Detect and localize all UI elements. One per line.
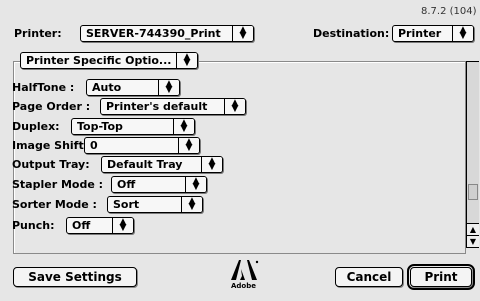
sorter-mode-value: Sort xyxy=(113,198,140,211)
popup-arrows-icon: ▲ ▼ xyxy=(185,177,206,192)
options-scrollbar[interactable]: ▲ ▼ xyxy=(466,61,479,248)
stapler-mode-value: Off xyxy=(117,178,136,191)
popup-arrows-icon: ▲ ▼ xyxy=(176,53,197,68)
punch-value: Off xyxy=(72,219,91,232)
panel-selector-popup[interactable]: Printer Specific Optio... ▲ ▼ xyxy=(20,52,198,69)
print-button[interactable]: Print xyxy=(407,264,475,290)
popup-arrows-icon: ▲ ▼ xyxy=(178,138,199,153)
cancel-button[interactable]: Cancel xyxy=(335,267,403,287)
save-settings-button[interactable]: Save Settings xyxy=(13,267,137,287)
popup-arrows-icon: ▲ ▼ xyxy=(173,119,194,134)
option-label-halftone: HalfTone : xyxy=(12,81,75,94)
image-shift-value: 0 xyxy=(90,139,98,152)
destination-label: Destination: xyxy=(313,27,390,40)
punch-popup[interactable]: Off ▲ ▼ xyxy=(66,217,134,234)
scroll-up-arrow-icon[interactable]: ▲ xyxy=(467,223,479,235)
destination-popup-value: Printer xyxy=(398,27,442,40)
option-label-output-tray: Output Tray: xyxy=(12,158,90,171)
popup-arrows-icon: ▲ ▼ xyxy=(158,80,179,95)
popup-arrows-icon: ▲ ▼ xyxy=(201,157,222,172)
option-label-sorter-mode: Sorter Mode : xyxy=(12,198,97,211)
option-label-punch: Punch: xyxy=(12,219,55,232)
adobe-logo-icon: Adobe xyxy=(229,259,259,290)
adobe-logo-text: Adobe xyxy=(231,282,256,290)
duplex-value: Top-Top xyxy=(77,120,123,133)
sorter-mode-popup[interactable]: Sort ▲ ▼ xyxy=(107,196,203,213)
option-label-duplex: Duplex: xyxy=(12,120,60,133)
halftone-value: Auto xyxy=(92,81,122,94)
image-shift-popup[interactable]: 0 ▲ ▼ xyxy=(84,137,200,154)
scrollbar-thumb[interactable] xyxy=(468,184,478,200)
page-order-value: Printer's default xyxy=(106,100,208,113)
printer-popup[interactable]: SERVER-744390_Print ▲ ▼ xyxy=(80,25,254,42)
duplex-popup[interactable]: Top-Top ▲ ▼ xyxy=(71,118,195,135)
version-label: 8.7.2 (104) xyxy=(421,6,477,17)
option-label-image-shift: Image Shift : xyxy=(12,139,92,152)
popup-arrows-icon: ▲ ▼ xyxy=(452,26,473,41)
output-tray-value: Default Tray xyxy=(107,158,183,171)
popup-arrows-icon: ▲ ▼ xyxy=(181,197,202,212)
destination-popup[interactable]: Printer ▲ ▼ xyxy=(392,25,474,42)
popup-arrows-icon: ▲ ▼ xyxy=(224,99,245,114)
adobe-logo-mark xyxy=(231,260,259,280)
scroll-down-arrow-icon[interactable]: ▼ xyxy=(467,235,479,247)
popup-arrows-icon: ▲ ▼ xyxy=(232,26,253,41)
option-label-page-order: Page Order : xyxy=(12,100,91,113)
halftone-popup[interactable]: Auto ▲ ▼ xyxy=(86,79,180,96)
stapler-mode-popup[interactable]: Off ▲ ▼ xyxy=(111,176,207,193)
panel-selector-value: Printer Specific Optio... xyxy=(26,54,172,67)
output-tray-popup[interactable]: Default Tray ▲ ▼ xyxy=(101,156,223,173)
printer-popup-value: SERVER-744390_Print xyxy=(86,27,221,40)
page-order-popup[interactable]: Printer's default ▲ ▼ xyxy=(100,98,246,115)
option-label-stapler-mode: Stapler Mode : xyxy=(12,178,104,191)
printer-label: Printer: xyxy=(14,27,62,40)
popup-arrows-icon: ▲ ▼ xyxy=(112,218,133,233)
